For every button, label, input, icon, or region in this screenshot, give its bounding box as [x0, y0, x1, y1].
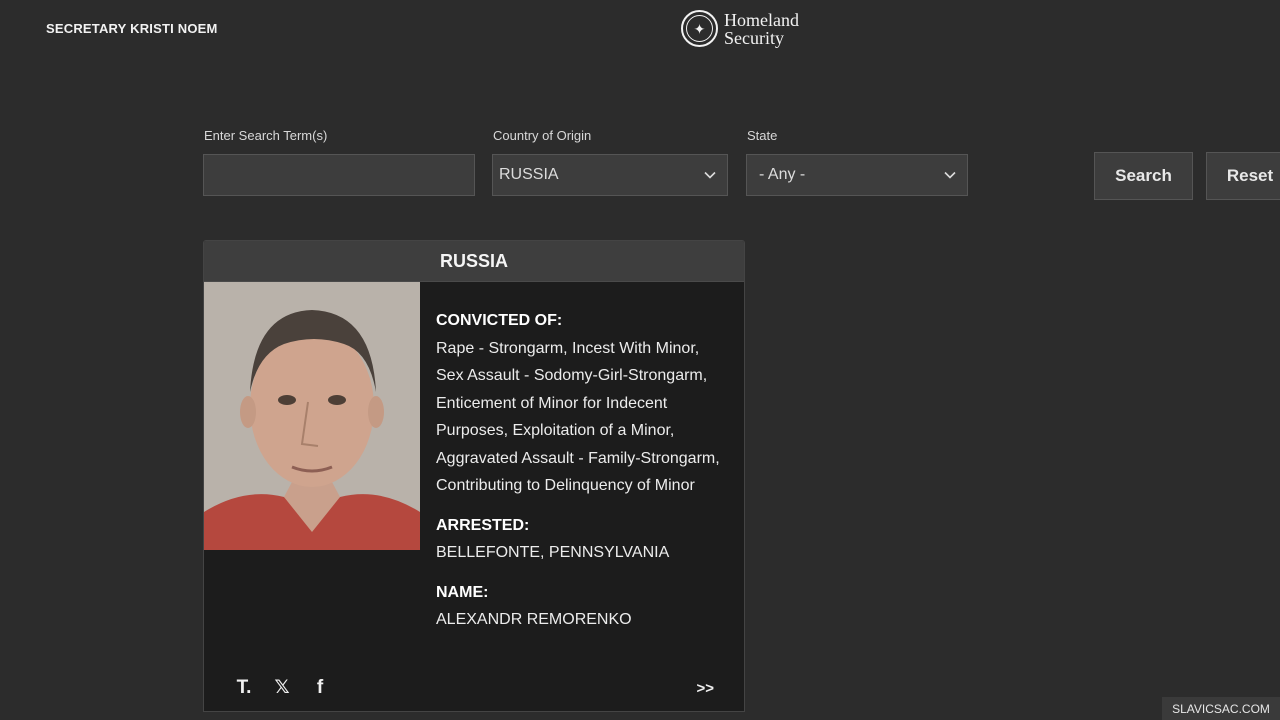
watermark: SLAVICSAC.COM [1162, 697, 1280, 720]
name-value: ALEXANDR REMORENKO [436, 611, 632, 628]
arrested-value: BELLEFONTE, PENNSYLVANIA [436, 544, 670, 561]
country-select-value: RUSSIA [499, 166, 559, 183]
card-header-country: RUSSIA [204, 241, 744, 282]
search-button[interactable]: Search [1094, 152, 1193, 200]
facebook-icon[interactable]: f [310, 677, 330, 699]
result-card: RUSSIA CONVICTED OF: Rape - Strongarm, I… [203, 240, 745, 712]
arrested-label: ARRESTED: [436, 516, 530, 534]
logo-text: Homeland Security [724, 9, 799, 48]
share-icons: T. 𝕏 f [234, 676, 330, 699]
site-title[interactable]: SECRETARY KRISTI NOEM [46, 21, 218, 36]
reset-button[interactable]: Reset [1206, 152, 1280, 200]
name-label: NAME: [436, 583, 489, 601]
chevron-down-icon [944, 171, 956, 179]
truth-social-icon[interactable]: T. [234, 677, 254, 699]
dhs-seal-icon: ✦ [681, 10, 718, 47]
card-details: CONVICTED OF: Rape - Strongarm, Incest W… [436, 307, 726, 634]
state-select-value: - Any - [759, 166, 806, 183]
chevron-down-icon [704, 171, 716, 179]
country-label: Country of Origin [493, 128, 592, 143]
state-label: State [747, 128, 778, 143]
mugshot-photo [204, 282, 420, 550]
convicted-value: Rape - Strongarm, Incest With Minor, Sex… [436, 339, 720, 495]
more-link[interactable]: >> [696, 680, 714, 697]
x-icon[interactable]: 𝕏 [272, 676, 292, 699]
search-term-label: Enter Search Term(s) [204, 128, 328, 143]
search-term-input[interactable] [203, 154, 475, 196]
dhs-logo[interactable]: ✦ Homeland Security [681, 10, 799, 47]
country-select[interactable]: RUSSIA [492, 154, 728, 196]
state-select[interactable]: - Any - [746, 154, 968, 196]
convicted-label: CONVICTED OF: [436, 312, 563, 329]
